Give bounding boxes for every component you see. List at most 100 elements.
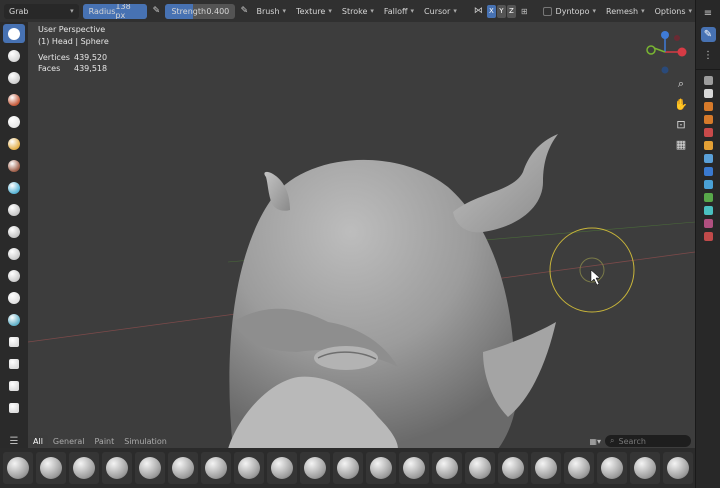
falloff-menu[interactable]: Falloff ▾ [381, 4, 417, 19]
layer-icon[interactable] [3, 90, 25, 109]
texture-tab-icon[interactable] [703, 232, 713, 241]
radius-value: 138 px [115, 3, 131, 19]
strength-slider[interactable]: Strength 0.400 [165, 3, 236, 19]
brush-thumbnail[interactable] [333, 452, 363, 484]
flatten-icon[interactable] [3, 200, 25, 219]
scale-icon[interactable] [3, 376, 25, 395]
clay-strips-icon[interactable] [3, 68, 25, 87]
tab-simulation[interactable]: Simulation [119, 435, 172, 447]
tool-shelf [0, 22, 28, 449]
search-placeholder: Search [618, 436, 646, 446]
grid-icon[interactable]: ▦ [673, 136, 689, 152]
brush-thumbnail[interactable] [531, 452, 561, 484]
brush-thumbnail[interactable] [267, 452, 297, 484]
dyntopo-checkbox[interactable] [542, 6, 552, 16]
brush-thumbnail[interactable] [399, 452, 429, 484]
brush-thumbnail[interactable] [300, 452, 330, 484]
brush-thumbnail[interactable] [168, 452, 198, 484]
grab-icon[interactable] [3, 222, 25, 241]
pose-icon[interactable] [3, 288, 25, 307]
texture-menu[interactable]: Texture ▾ [293, 4, 335, 19]
clay-icon[interactable] [3, 46, 25, 65]
inflate-icon[interactable] [3, 112, 25, 131]
vertices-value: 439,520 [74, 53, 108, 62]
physics-tab-icon[interactable] [703, 193, 713, 202]
blob-icon[interactable] [3, 134, 25, 153]
camera-icon[interactable]: ⊡ [673, 116, 689, 132]
snake-hook-icon[interactable] [3, 244, 25, 263]
axis-x-toggle[interactable]: X [486, 4, 496, 18]
axis-z-toggle[interactable]: Z [506, 4, 516, 18]
cursor-menu[interactable]: Cursor ▾ [421, 4, 460, 19]
view-layer-tab-icon[interactable] [703, 115, 713, 124]
sidebar-toggles: ≡ ✎ ⋮ [696, 0, 720, 70]
brush-thumbnail[interactable] [36, 452, 66, 484]
brush-menu[interactable]: Brush ▾ [253, 4, 289, 19]
brush-thumbnail[interactable] [3, 452, 33, 484]
constraints-tab-icon[interactable] [703, 206, 713, 215]
modifier-tab-icon[interactable] [703, 167, 713, 176]
transform-icon[interactable] [3, 398, 25, 417]
brush-thumbnail[interactable] [234, 452, 264, 484]
scene-tab-icon[interactable] [703, 128, 713, 137]
tab-paint[interactable]: Paint [89, 435, 119, 447]
gizmo-neg-z-icon [661, 66, 669, 74]
hand-icon[interactable]: ✋ [673, 96, 689, 112]
brush-thumbnail[interactable] [102, 452, 132, 484]
smooth-icon[interactable] [3, 178, 25, 197]
brush-thumbnail[interactable] [366, 452, 396, 484]
tool-settings-icon[interactable]: ✎ [700, 27, 716, 42]
3d-viewport[interactable]: User Perspective (1) Head | Sphere Verti… [28, 22, 695, 449]
world-tab-icon[interactable] [703, 141, 713, 150]
options-menu[interactable]: Options ▾ [652, 4, 695, 19]
display-settings-icon[interactable]: ▦▾ [589, 437, 601, 446]
tab-general[interactable]: General [48, 435, 90, 447]
brush-thumbnail[interactable] [630, 452, 660, 484]
brush-thumbnail[interactable] [69, 452, 99, 484]
thumb-icon[interactable] [3, 266, 25, 285]
object-tab-icon[interactable] [703, 154, 713, 163]
stroke-menu[interactable]: Stroke ▾ [339, 4, 377, 19]
particles-tab-icon[interactable] [703, 180, 713, 189]
tab-all[interactable]: All [28, 435, 48, 447]
brush-thumbnail[interactable] [465, 452, 495, 484]
radius-slider[interactable]: Radius 138 px [82, 3, 148, 19]
hamburger-icon[interactable]: ☰ [0, 436, 28, 447]
sculpt-scene [28, 134, 695, 449]
brush-thumbnail[interactable] [201, 452, 231, 484]
shelf-search-input[interactable]: ⌕ Search [605, 435, 691, 447]
gizmo-neg-x-icon [674, 35, 680, 41]
view-icon[interactable]: ⋮ [701, 48, 716, 63]
faces-label: Faces [38, 64, 61, 73]
draw-brush-icon[interactable] [3, 24, 25, 43]
viewport-nav-controls: ⌕ ✋ ⊡ ▦ [673, 76, 689, 152]
active-brush-select[interactable]: Grab ▾ [4, 3, 79, 19]
tool-tab-icon[interactable] [703, 76, 713, 85]
pen-pressure-icon[interactable]: ✎ [151, 4, 161, 19]
remesh-menu[interactable]: Remesh ▾ [603, 4, 648, 19]
gizmo-x-icon [677, 47, 687, 57]
brush-thumbnail[interactable] [498, 452, 528, 484]
brush-thumbnail[interactable] [564, 452, 594, 484]
dyntopo-toggle[interactable]: Dyntopo ▾ [540, 4, 599, 19]
brush-thumbnail[interactable] [597, 452, 627, 484]
output-tab-icon[interactable] [703, 102, 713, 111]
radius-label: Radius [88, 6, 116, 16]
pen-pressure-strength-icon[interactable]: ✎ [239, 4, 249, 19]
rotate-icon[interactable] [3, 354, 25, 373]
axis-y-toggle[interactable]: Y [496, 4, 506, 18]
crease-icon[interactable] [3, 156, 25, 175]
lock-icon[interactable]: ⊞ [521, 7, 528, 16]
brush-thumbnail[interactable] [663, 452, 693, 484]
butterfly-icon[interactable]: ⋈ [474, 6, 483, 16]
zoom-icon[interactable]: ⌕ [673, 76, 689, 92]
mask-icon[interactable] [3, 310, 25, 329]
navigation-gizmo[interactable] [642, 28, 692, 78]
move-icon[interactable] [3, 332, 25, 351]
render-tab-icon[interactable] [703, 89, 713, 98]
outliner-icon[interactable]: ≡ [701, 6, 716, 21]
perspective-label: User Perspective [38, 25, 106, 34]
data-tab-icon[interactable] [703, 219, 713, 228]
brush-thumbnail[interactable] [135, 452, 165, 484]
brush-thumbnail[interactable] [432, 452, 462, 484]
